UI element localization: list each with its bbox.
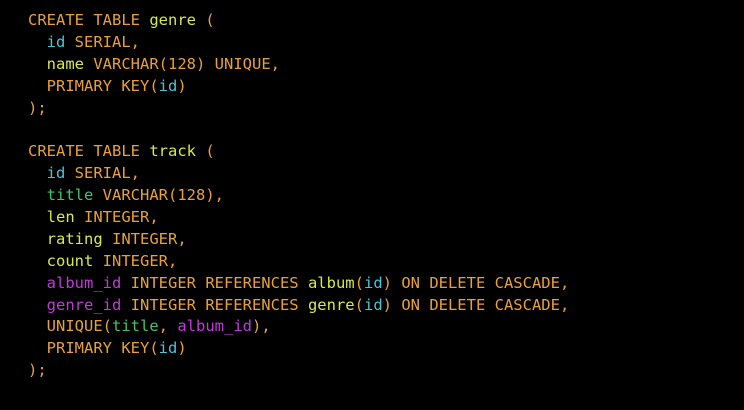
- code-token-identifier: genre: [307, 295, 355, 314]
- code-token-keyword: VARCHAR(: [93, 186, 178, 205]
- code-token-punct: [28, 230, 47, 248]
- code-line: PRIMARY KEY(id): [28, 338, 569, 360]
- code-token-punct: [28, 208, 47, 226]
- code-token-id: id: [158, 339, 178, 358]
- code-token-punct: [28, 274, 47, 292]
- code-line: );: [28, 98, 569, 120]
- code-token-keyword: INTEGER,: [74, 208, 159, 227]
- code-token-id: id: [46, 164, 66, 183]
- code-token-punct: [28, 55, 47, 73]
- code-token-keyword: ) UNIQUE,: [196, 54, 280, 73]
- code-line: album_id INTEGER REFERENCES album(id) ON…: [28, 273, 570, 295]
- code-token-id: id: [363, 295, 383, 314]
- code-token-id: id: [158, 76, 178, 95]
- code-line: name VARCHAR(128) UNIQUE,: [28, 54, 569, 76]
- code-token-number: 128: [177, 186, 206, 205]
- code-token-identifier: count: [46, 251, 94, 270]
- code-token-identifier: track: [149, 142, 196, 161]
- code-token-title: title: [46, 186, 94, 205]
- code-token-number: 128: [168, 54, 196, 73]
- code-line: count INTEGER,: [28, 251, 569, 273]
- code-token-keyword: ),: [205, 186, 225, 205]
- code-line: rating INTEGER,: [28, 229, 569, 251]
- code-token-title: title: [112, 317, 159, 336]
- code-token-keyword: (: [354, 295, 364, 314]
- code-token-identifier: genre: [149, 11, 196, 29]
- code-token-keyword: VARCHAR(: [84, 54, 168, 73]
- code-token-keyword: ): [177, 76, 187, 95]
- code-token-keyword: INTEGER REFERENCES: [121, 295, 308, 314]
- code-line: id SERIAL,: [28, 32, 569, 54]
- code-token-foreign-key: genre_id: [46, 295, 122, 314]
- code-line: len INTEGER,: [28, 207, 569, 229]
- code-token-punct: (: [196, 142, 215, 161]
- sql-code-block: CREATE TABLE genre ( id SERIAL, name VAR…: [28, 10, 569, 382]
- code-token-foreign-key: album_id: [46, 273, 122, 292]
- code-token-keyword: CREATE TABLE: [28, 11, 150, 29]
- code-token-identifier: rating: [46, 229, 103, 248]
- code-token-identifier: album: [307, 273, 355, 292]
- code-token-id: id: [363, 273, 383, 292]
- code-token-punct: [28, 164, 47, 182]
- code-line: title VARCHAR(128),: [28, 185, 569, 207]
- code-token-keyword: ,: [158, 317, 178, 336]
- code-line: id SERIAL,: [28, 163, 569, 185]
- code-token-keyword: ) ON DELETE CASCADE,: [382, 273, 570, 292]
- code-token-keyword: ),: [252, 317, 271, 336]
- code-token-foreign-key: album_id: [177, 317, 252, 336]
- code-token-keyword: SERIAL,: [65, 32, 140, 51]
- code-line: CREATE TABLE track (: [28, 141, 569, 163]
- code-token-identifier: len: [46, 208, 75, 227]
- code-token-keyword: CREATE TABLE: [28, 142, 150, 161]
- code-token-keyword: ) ON DELETE CASCADE,: [382, 295, 570, 314]
- code-token-punct: [28, 186, 47, 204]
- code-token-identifier: name: [46, 54, 84, 73]
- code-line: UNIQUE(title, album_id),: [28, 316, 569, 338]
- code-token-keyword: PRIMARY KEY(: [28, 76, 159, 95]
- code-line: CREATE TABLE genre (: [28, 10, 569, 32]
- code-token-punct: [28, 33, 47, 51]
- code-line: genre_id INTEGER REFERENCES genre(id) ON…: [28, 295, 570, 317]
- code-token-keyword: UNIQUE(: [28, 317, 112, 336]
- code-line: PRIMARY KEY(id): [28, 76, 569, 98]
- code-token-punct: (: [196, 11, 215, 29]
- code-token-punct: );: [28, 361, 47, 380]
- code-token-keyword: (: [354, 273, 364, 292]
- code-token-id: id: [46, 32, 66, 51]
- code-line: );: [28, 360, 569, 382]
- code-token-keyword: INTEGER REFERENCES: [121, 273, 308, 292]
- code-token-keyword: ): [177, 339, 187, 358]
- code-token-punct: [28, 296, 47, 314]
- code-token-keyword: INTEGER,: [93, 251, 178, 270]
- code-token-keyword: SERIAL,: [65, 164, 140, 183]
- code-token-punct: );: [28, 98, 47, 117]
- code-token-punct: [28, 252, 47, 270]
- code-token-keyword: INTEGER,: [102, 229, 187, 248]
- code-token-keyword: PRIMARY KEY(: [28, 339, 159, 358]
